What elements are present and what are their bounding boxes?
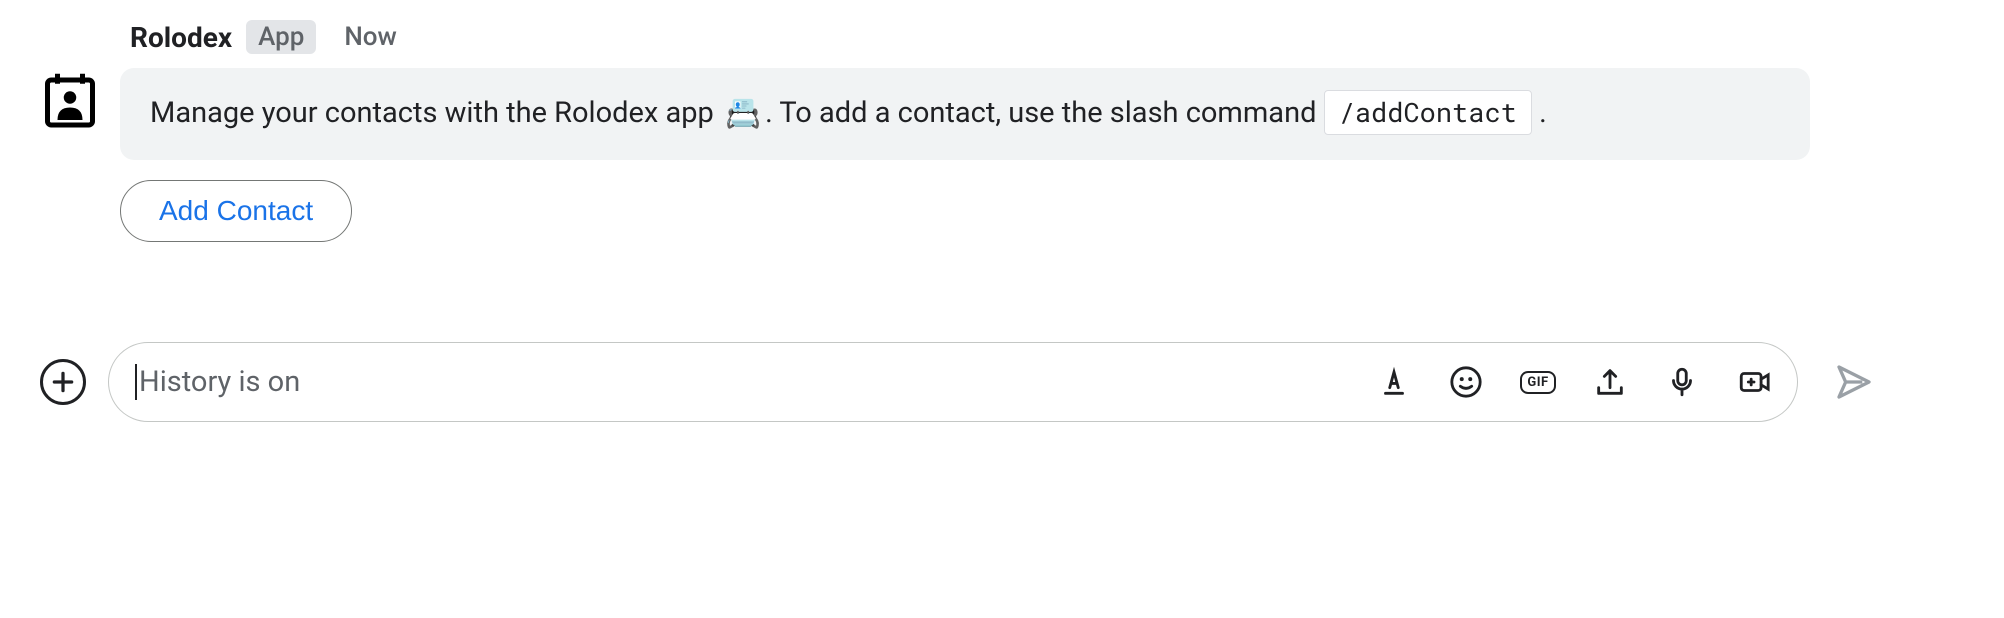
upload-icon bbox=[1593, 365, 1627, 399]
send-button[interactable] bbox=[1834, 362, 1874, 402]
message-text-part3: . bbox=[1532, 96, 1547, 130]
message-header: Rolodex App Now bbox=[120, 20, 1810, 54]
slash-command-code: /addContact bbox=[1324, 90, 1532, 135]
message-bubble: Manage your contacts with the Rolodex ap… bbox=[120, 68, 1810, 160]
upload-button[interactable] bbox=[1593, 365, 1627, 399]
app-avatar bbox=[40, 70, 100, 130]
emoji-icon bbox=[1449, 365, 1483, 399]
emoji-button[interactable] bbox=[1449, 365, 1483, 399]
text-caret bbox=[135, 364, 137, 400]
card-index-emoji: 📇 bbox=[725, 93, 761, 137]
mic-icon bbox=[1665, 365, 1699, 399]
gif-icon: GIF bbox=[1520, 371, 1555, 394]
compose-plus-button[interactable] bbox=[40, 359, 86, 405]
send-icon bbox=[1834, 362, 1874, 402]
gif-button[interactable]: GIF bbox=[1521, 365, 1555, 399]
message-text-part1: Manage your contacts with the Rolodex ap… bbox=[150, 96, 721, 130]
app-badge: App bbox=[246, 20, 316, 54]
mic-button[interactable] bbox=[1665, 365, 1699, 399]
format-text-button[interactable] bbox=[1377, 365, 1411, 399]
video-button[interactable] bbox=[1737, 365, 1771, 399]
compose-placeholder: History is on bbox=[139, 365, 1377, 399]
app-name: Rolodex bbox=[130, 21, 232, 54]
message-timestamp: Now bbox=[344, 22, 397, 52]
video-plus-icon bbox=[1737, 365, 1771, 399]
text-format-icon bbox=[1377, 365, 1411, 399]
plus-icon bbox=[50, 369, 76, 395]
message-text-part2: . To add a contact, use the slash comman… bbox=[765, 96, 1324, 130]
compose-input[interactable]: History is on GIF bbox=[108, 342, 1798, 422]
add-contact-button[interactable]: Add Contact bbox=[120, 180, 352, 242]
